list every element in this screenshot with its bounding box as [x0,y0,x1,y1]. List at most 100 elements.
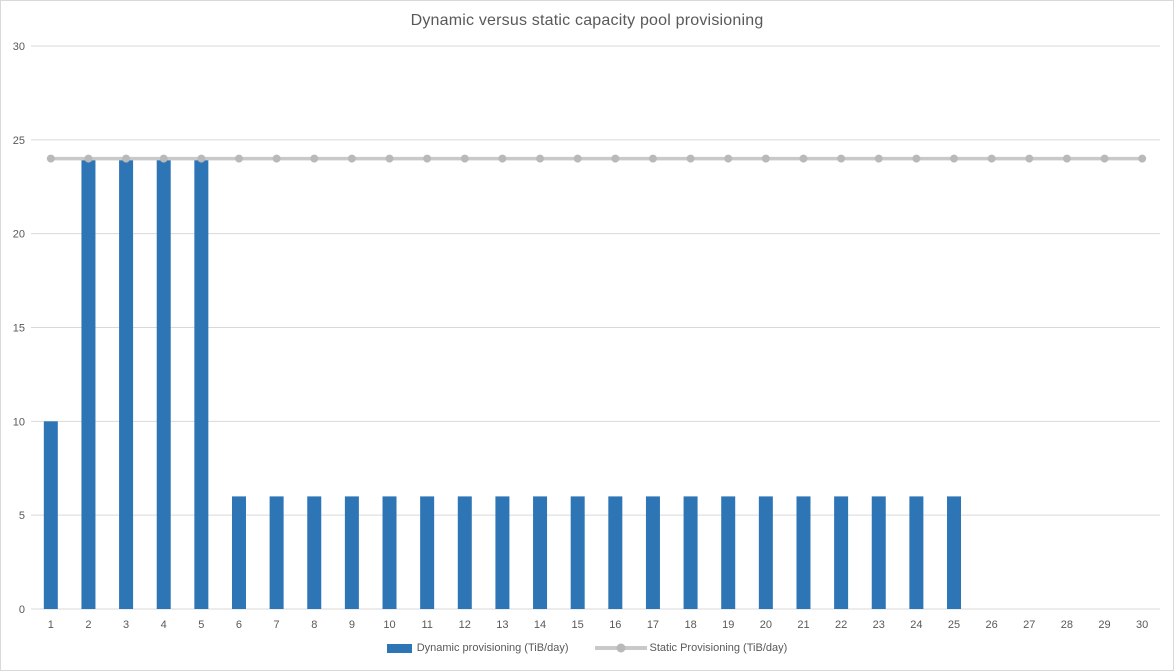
chart-frame: 0 5 10 15 20 25 30 1 2 3 4 5 6 7 8 9 10 11 12 13 14 15 16 17 18 1… [0,0,1174,671]
marker-day-4 [159,154,168,163]
marker-day-5 [197,154,206,163]
bar-day-14 [533,496,548,609]
x-tick-label: 23 [873,619,885,631]
bar-day-8 [307,496,322,609]
x-tick-label: 25 [948,619,960,631]
x-tick-label: 29 [1098,619,1110,631]
x-tick-label: 16 [609,619,621,631]
y-tick-label: 5 [19,510,25,522]
y-tick-label: 30 [13,41,25,53]
x-tick-label: 28 [1061,619,1073,631]
bar-day-15 [570,496,585,609]
plot-area: 0510152025301 2 3 4 5 6 7 8 9 10 11 12 13 14 15 16 17 18 1… [13,41,1160,631]
marker-day-21 [799,154,808,163]
bar-day-2 [81,158,96,609]
bar-day-23 [871,496,886,609]
x-tick-label: 9 [349,619,355,631]
marker-day-12 [460,154,469,163]
x-tick-label: 6 [236,619,242,631]
marker-day-3 [122,154,131,163]
x-tick-label: 20 [760,619,772,631]
legend-item-static: Static Provisioning (TiB/day) [594,642,788,654]
bar-day-16 [608,496,623,609]
x-tick-label: 26 [986,619,998,631]
bar-day-22 [834,496,849,609]
marker-day-19 [724,154,733,163]
x-tick-label: 8 [311,619,317,631]
legend-swatch-dynamic-series [386,643,412,653]
marker-day-2 [84,154,93,163]
marker-day-1 [46,154,55,163]
y-tick-label: 20 [13,229,25,241]
marker-day-15 [573,154,582,163]
x-tick-label: 21 [797,619,809,631]
x-tick-label: 7 [274,619,280,631]
x-tick-label: 30 [1136,619,1148,631]
bar-day-4 [156,158,171,609]
bar-day-18 [683,496,698,609]
marker-day-25 [950,154,959,163]
marker-day-26 [987,154,996,163]
y-tick-label: 10 [13,416,25,428]
x-tick-label: 13 [496,619,508,631]
x-tick-label: 12 [459,619,471,631]
x-tick-label: 3 [123,619,129,631]
chart-title: Dynamic versus static capacity pool prov… [410,12,764,29]
bar-day-6 [231,496,246,609]
y-tick-label: 15 [13,323,25,335]
bar-day-12 [457,496,472,609]
bar-day-21 [796,496,811,609]
x-tick-label: 2 [85,619,91,631]
legend-item-dynamic: Dynamic provisioning (TiB/day) [386,642,569,654]
marker-day-24 [912,154,921,163]
x-tick-label: 24 [910,619,922,631]
marker-day-20 [761,154,770,163]
marker-day-7 [272,154,281,163]
bar-day-3 [119,158,134,609]
x-tick-label: 11 [421,619,432,631]
bar-day-17 [645,496,660,609]
marker-day-22 [837,154,846,163]
marker-day-28 [1062,154,1071,163]
legend-marker-dot [616,643,626,653]
bar-day-1 [43,421,58,609]
marker-day-29 [1100,154,1109,163]
marker-day-13 [498,154,507,163]
x-tick-label: 17 [647,619,659,631]
marker-day-9 [347,154,356,163]
x-tick-label: 27 [1023,619,1035,631]
bar-day-19 [721,496,736,609]
y-tick-label: 25 [13,135,25,147]
legend: Dynamic provisioning (TiB/day) Static Pr… [1,642,1173,654]
bar-day-13 [495,496,510,609]
x-tick-label: 15 [572,619,584,631]
x-tick-label: 4 [161,619,167,631]
legend-label-dynamic: Dynamic provisioning (TiB/day) [416,642,569,654]
marker-day-16 [611,154,620,163]
x-tick-label: 19 [722,619,734,631]
marker-day-6 [234,154,243,163]
x-tick-label: 14 [534,619,546,631]
bar-day-24 [909,496,924,609]
marker-day-30 [1138,154,1147,163]
bar-day-25 [947,496,962,609]
bar-day-20 [758,496,773,609]
marker-day-8 [310,154,319,163]
marker-day-23 [874,154,883,163]
bar-day-5 [194,158,209,609]
marker-day-10 [385,154,394,163]
x-tick-label: 5 [198,619,204,631]
x-tick-label: 10 [383,619,395,631]
legend-label-static: Static Provisioning (TiB/day) [649,642,788,654]
marker-day-18 [686,154,695,163]
y-tick-label: 0 [19,604,25,616]
x-tick-label: 1 [48,619,54,631]
marker-day-17 [648,154,657,163]
bar-day-10 [382,496,397,609]
x-tick-label: 22 [835,619,847,631]
marker-day-27 [1025,154,1034,163]
x-tick-label: 18 [684,619,696,631]
bar-day-11 [420,496,435,609]
legend-swatch-static-series [594,643,647,653]
marker-day-14 [536,154,545,163]
